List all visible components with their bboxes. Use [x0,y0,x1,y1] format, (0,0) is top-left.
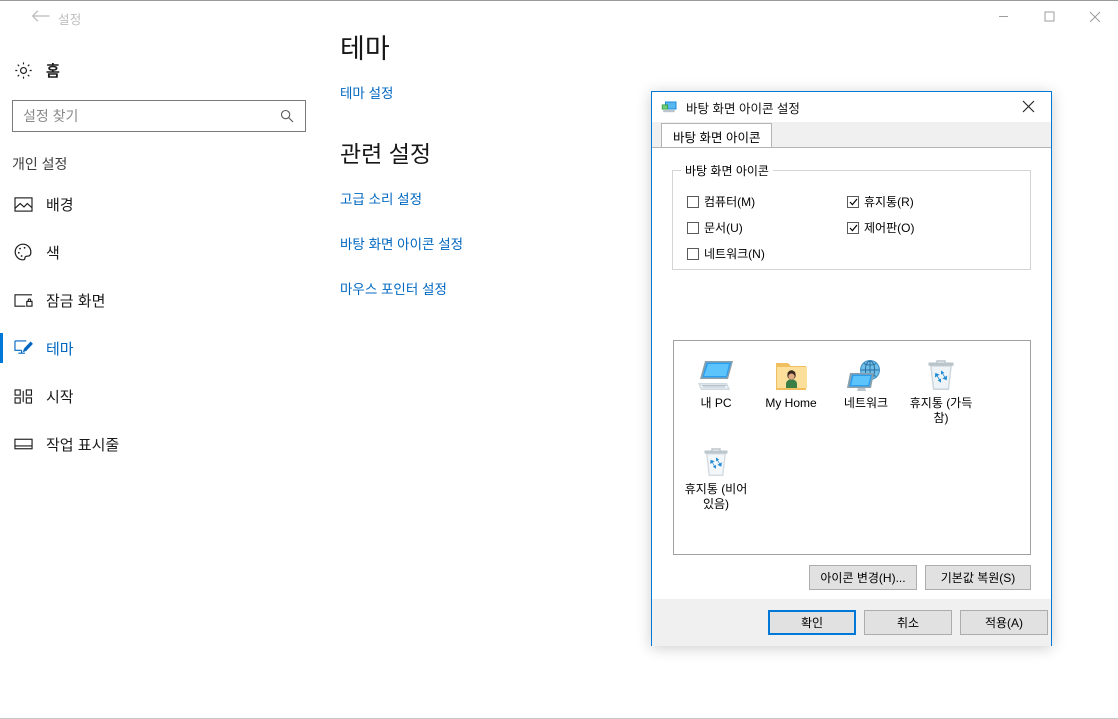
dialog-footer: 확인 취소 적용(A) [652,599,1051,646]
close-icon[interactable] [1006,92,1051,121]
minimize-icon[interactable] [980,1,1026,32]
dialog-title: 바탕 화면 아이콘 설정 [686,101,800,116]
dialog-titlebar[interactable]: 바탕 화면 아이콘 설정 [652,92,1051,122]
checkbox-box [687,221,699,234]
search-box[interactable] [12,100,306,132]
sidebar-section-header: 개인 설정 [12,156,68,172]
tab-panel-desktop-icons: 바탕 화면 아이콘 컴퓨터(M) 문서(U) 네트워크(N) 휴지통(R) 제어… [652,147,1051,624]
selection-indicator [0,429,3,459]
sidebar-item-themes[interactable]: 테마 [0,327,306,369]
recycle-bin-empty-icon [678,439,754,479]
sidebar-home-label: 홈 [46,62,60,80]
page-title: 테마 [340,34,390,64]
checkbox-recycle-bin[interactable]: 휴지통(R) [847,193,914,210]
lock-screen-icon [0,292,46,309]
checkbox-computer[interactable]: 컴퓨터(M) [687,193,755,210]
checkbox-documents[interactable]: 문서(U) [687,219,743,236]
maximize-icon[interactable] [1026,1,1072,32]
sidebar-item-label: 작업 표시줄 [46,436,120,454]
change-icon-button[interactable]: 아이콘 변경(H)... [809,565,917,590]
checkbox-box [847,221,859,234]
close-icon[interactable] [1072,1,1118,32]
checkbox-label: 휴지통(R) [864,195,914,209]
theme-brush-icon [0,339,46,357]
groupbox-legend: 바탕 화면 아이콘 [681,162,773,179]
checkbox-network[interactable]: 네트워크(N) [687,245,765,262]
sidebar-item-taskbar[interactable]: 작업 표시줄 [0,423,306,465]
tab-desktop-icons[interactable]: 바탕 화면 아이콘 [661,123,773,148]
preview-item-my-pc[interactable]: 내 PC [678,353,754,411]
search-input[interactable] [23,108,273,124]
ok-button[interactable]: 확인 [768,610,856,635]
preview-item-recycle-bin-empty[interactable]: 휴지통 (비어 있음) [678,439,754,512]
selection-indicator [0,189,3,219]
selection-indicator [0,285,3,315]
checkbox-control-panel[interactable]: 제어판(O) [847,219,914,236]
selection-indicator [0,333,3,363]
checkbox-box [687,195,699,208]
tab-label: 바탕 화면 아이콘 [673,130,761,145]
sidebar-item-colors[interactable]: 색 [0,231,306,273]
sidebar-item-label: 잠금 화면 [46,292,106,310]
sidebar-item-label: 배경 [46,196,74,214]
checkbox-label: 컴퓨터(M) [704,195,756,209]
sidebar-item-label: 시작 [46,388,74,406]
taskbar-icon [0,437,46,451]
checkbox-label: 네트워크(N) [704,247,765,261]
desktop-icon-settings-dialog: 바탕 화면 아이콘 설정 바탕 화면 아이콘 바탕 화면 아이콘 컴퓨터(M) [651,91,1052,646]
preview-item-label: 네트워크 [843,396,889,410]
sidebar: 홈 개인 설정 배경 [0,32,320,719]
restore-default-button[interactable]: 기본값 복원(S) [925,565,1031,590]
back-arrow-icon[interactable] [30,8,52,28]
preview-item-my-home[interactable]: My Home [753,353,829,411]
checkbox-box [687,247,699,260]
checkbox-label: 제어판(O) [864,221,915,235]
user-folder-icon [753,353,829,393]
my-pc-monitor-icon [678,353,754,393]
preview-item-label: 휴지통 (가득 참) [909,396,973,425]
dialog-tabstrip: 바탕 화면 아이콘 [652,122,1051,148]
checkbox-box [847,195,859,208]
checkbox-label: 문서(U) [704,221,743,235]
preview-item-network[interactable]: 네트워크 [828,353,904,411]
recycle-bin-full-icon [903,353,979,393]
preview-item-label: 내 PC [700,396,732,410]
desktop-icon-settings-icon [661,99,678,116]
sidebar-item-label: 색 [46,244,60,262]
network-globe-icon [828,353,904,393]
image-icon [0,196,46,213]
sidebar-item-label: 테마 [46,340,74,358]
desktop-icons-groupbox: 바탕 화면 아이콘 컴퓨터(M) 문서(U) 네트워크(N) 휴지통(R) 제어… [672,162,1031,270]
search-icon[interactable] [273,109,301,123]
sidebar-item-home[interactable]: 홈 [0,52,300,88]
preview-item-label: My Home [765,396,817,410]
preview-item-recycle-bin-full[interactable]: 휴지통 (가득 참) [903,353,979,426]
gear-icon [0,61,46,80]
preview-item-label: 휴지통 (비어 있음) [684,482,748,511]
start-tiles-icon [0,388,46,404]
dialog-body: 바탕 화면 아이콘 바탕 화면 아이콘 컴퓨터(M) 문서(U) 네트워크(N)… [652,122,1051,646]
selection-indicator [0,237,3,267]
sidebar-item-lock-screen[interactable]: 잠금 화면 [0,279,306,321]
apply-button[interactable]: 적용(A) [960,610,1048,635]
sidebar-item-start[interactable]: 시작 [0,375,306,417]
settings-window-title: 설정 [58,13,82,27]
selection-indicator [0,381,3,411]
cancel-button[interactable]: 취소 [864,610,952,635]
icon-preview-pane[interactable]: 내 PC My Home 네트워크 휴지통 (가득 참) 휴지통 (비어 있음) [673,340,1031,555]
palette-icon [0,243,46,261]
sidebar-item-background[interactable]: 배경 [0,183,306,225]
settings-titlebar: 설정 [0,0,1118,32]
